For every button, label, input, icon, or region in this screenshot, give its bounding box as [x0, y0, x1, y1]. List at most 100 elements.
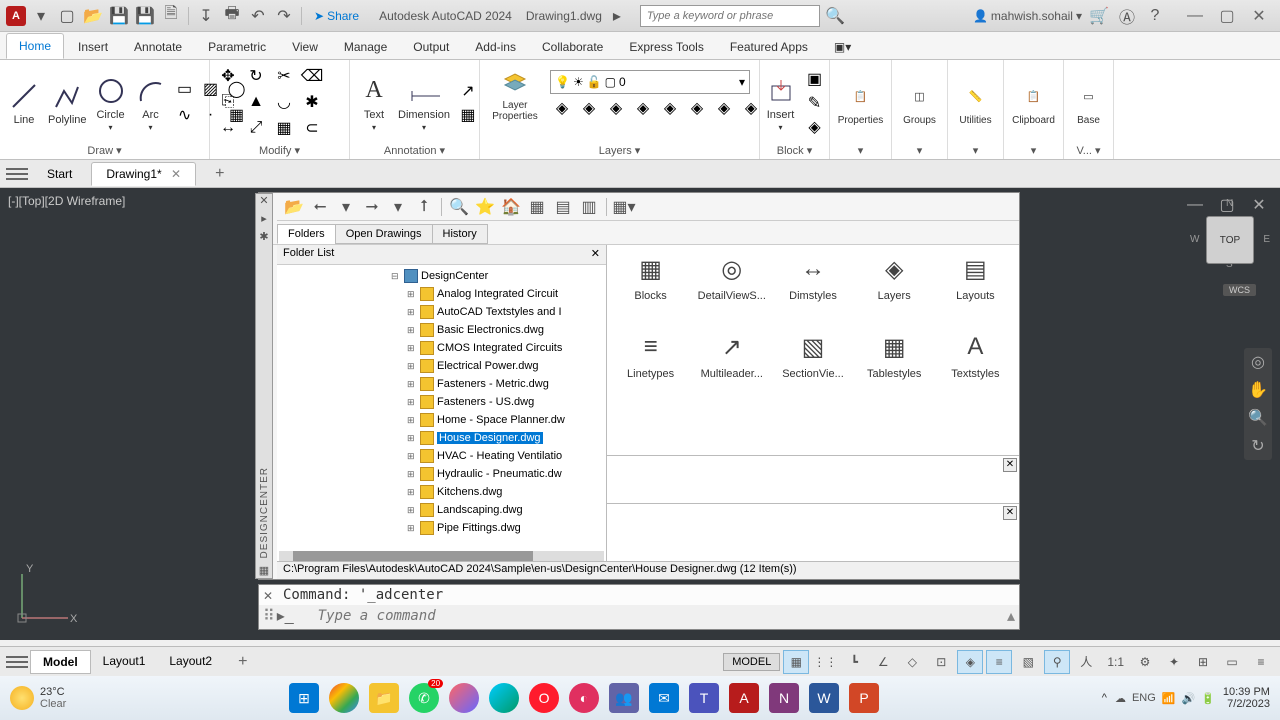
lineweight-icon[interactable]: ≡ — [986, 650, 1012, 674]
search-icon[interactable]: 🔍 — [824, 5, 846, 27]
explorer-icon[interactable]: 📁 — [369, 683, 399, 713]
leader-icon[interactable]: ↗ — [456, 80, 480, 102]
new-layout-button[interactable]: + — [226, 649, 259, 675]
annotation-scale-icon[interactable]: ⚲ — [1044, 650, 1070, 674]
pan-icon[interactable]: ✋ — [1248, 380, 1268, 400]
drawing-tab[interactable]: Drawing1* ✕ — [91, 162, 196, 186]
stretch-icon[interactable]: ↔ — [216, 117, 240, 139]
tree-toggle-icon[interactable]: ▦ — [526, 196, 548, 218]
mirror-icon[interactable]: ▲ — [244, 91, 268, 113]
clipboard-tool[interactable]: 📋Clipboard — [1012, 79, 1056, 128]
app-icon[interactable]: ◐ — [569, 683, 599, 713]
array-icon[interactable]: ▦ — [272, 117, 296, 139]
views-icon[interactable]: ▦▾ — [613, 196, 635, 218]
utilities-tool[interactable]: 📏Utilities — [954, 79, 997, 128]
ribbon-tab-output[interactable]: Output — [401, 35, 461, 59]
battery-icon[interactable]: 🔋 — [1201, 692, 1215, 705]
category-textstyles[interactable]: ATextstyles — [936, 329, 1015, 405]
forward-dd-icon[interactable]: ▾ — [387, 196, 409, 218]
circle-tool[interactable]: Circle▾ — [93, 73, 129, 134]
spline-icon[interactable]: ∿ — [173, 104, 197, 126]
cmd-expand-icon[interactable]: ▴ — [1007, 606, 1015, 626]
ribbon-tab-featured-apps[interactable]: Featured Apps — [718, 35, 820, 59]
description-icon[interactable]: ▥ — [578, 196, 600, 218]
maximize-button[interactable]: ▢ — [1212, 5, 1242, 27]
layer-tool-icon[interactable]: ◈ — [712, 97, 736, 119]
autodesk-icon[interactable]: Ⓐ — [1116, 5, 1138, 27]
groups-tool[interactable]: ◫Groups — [898, 79, 941, 128]
customize-icon[interactable]: ≡ — [1248, 650, 1274, 674]
whatsapp-icon[interactable]: ✆20 — [409, 683, 439, 713]
layout-tab-model[interactable]: Model — [30, 650, 91, 674]
gear-icon[interactable]: ⚙ — [1132, 650, 1158, 674]
polyline-tool[interactable]: Polyline — [46, 78, 89, 128]
dc-tab-open-drawings[interactable]: Open Drawings — [335, 224, 433, 244]
category-sectionvie[interactable]: ▧SectionVie... — [773, 329, 852, 405]
text-tool[interactable]: AText▾ — [356, 73, 392, 134]
grid-icon[interactable]: ▦ — [783, 650, 809, 674]
palette-pin-icon[interactable]: ▸ — [257, 212, 271, 226]
wifi-icon[interactable]: 📶 — [1162, 692, 1176, 705]
line-tool[interactable]: Line — [6, 78, 42, 128]
dc-tab-folders[interactable]: Folders — [277, 224, 336, 244]
saveas-icon[interactable]: 💾 — [134, 5, 156, 27]
app-store-icon[interactable]: 🛒 — [1088, 5, 1110, 27]
block-edit-icon[interactable]: ✎ — [803, 92, 827, 114]
isodraft-icon[interactable]: ◇ — [899, 650, 925, 674]
back-dd-icon[interactable]: ▾ — [335, 196, 357, 218]
cmd-handle-icon[interactable]: ⠿ — [263, 606, 275, 626]
chevron-down-icon[interactable]: ▾ — [917, 144, 923, 157]
redo-icon[interactable]: ↷ — [273, 5, 295, 27]
base-tool[interactable]: ▭Base — [1070, 79, 1107, 128]
preview-icon[interactable]: ▤ — [552, 196, 574, 218]
tree-item[interactable]: ⊞AutoCAD Textstyles and I — [277, 303, 606, 321]
model-space-badge[interactable]: MODEL — [723, 653, 780, 671]
minimize-button[interactable]: — — [1180, 5, 1210, 27]
tree-item[interactable]: ⊞HVAC - Heating Ventilatio — [277, 447, 606, 465]
close-icon[interactable]: ✕ — [171, 167, 181, 181]
tree-item[interactable]: ⊞Kitchens.dwg — [277, 483, 606, 501]
tree-folder-root[interactable]: ⊟DesignCenter — [277, 267, 606, 285]
viewport-label[interactable]: [-][Top][2D Wireframe] — [8, 194, 125, 208]
layout-tab-layout1[interactable]: Layout1 — [91, 650, 158, 674]
opera-icon[interactable]: O — [529, 683, 559, 713]
polar-icon[interactable]: ∠ — [870, 650, 896, 674]
move-icon[interactable]: ✥ — [216, 65, 240, 87]
ribbon-tab-add-ins[interactable]: Add-ins — [463, 35, 528, 59]
app-logo-icon[interactable]: A — [6, 6, 26, 26]
nav-east[interactable]: E — [1263, 234, 1270, 245]
close-button[interactable]: ✕ — [1244, 5, 1274, 27]
open-icon[interactable]: 📂 — [82, 5, 104, 27]
explode-icon[interactable]: ✱ — [300, 91, 324, 113]
save-icon[interactable]: 💾 — [108, 5, 130, 27]
weather-widget[interactable]: 23°CClear — [10, 686, 66, 710]
annotation-icon[interactable]: 人 — [1073, 650, 1099, 674]
load-icon[interactable]: 📂 — [283, 196, 305, 218]
tree-item[interactable]: ⊞Landscaping.dwg — [277, 501, 606, 519]
category-tablestyles[interactable]: ▦Tablestyles — [855, 329, 934, 405]
print-icon[interactable]: 🖶 — [221, 5, 243, 27]
tray-expand-icon[interactable]: ^ — [1102, 692, 1107, 704]
ribbon-overflow-icon[interactable]: ▣▾ — [822, 35, 863, 59]
viewcube-top[interactable]: TOP — [1206, 216, 1254, 264]
ribbon-tab-collaborate[interactable]: Collaborate — [530, 35, 615, 59]
start-tab[interactable]: Start — [32, 162, 87, 186]
onenote-icon[interactable]: N — [769, 683, 799, 713]
chevron-down-icon[interactable]: ▾ — [440, 144, 446, 157]
layout-menu-icon[interactable] — [6, 656, 28, 668]
block-attr-icon[interactable]: ◈ — [803, 116, 827, 138]
block-create-icon[interactable]: ▣ — [803, 68, 827, 90]
offset-icon[interactable]: ⊂ — [300, 117, 324, 139]
search-icon[interactable]: 🔍 — [448, 196, 470, 218]
publish-icon[interactable]: ↧ — [195, 5, 217, 27]
palette-menu-icon[interactable]: ✱ — [257, 230, 271, 244]
forward-icon[interactable]: ⭢ — [361, 196, 383, 218]
layout-tab-layout2[interactable]: Layout2 — [157, 650, 224, 674]
share-button[interactable]: ➤ Share — [308, 9, 365, 23]
ribbon-tab-manage[interactable]: Manage — [332, 35, 399, 59]
chevron-down-icon[interactable]: ▾ — [807, 144, 813, 157]
tree-close-icon[interactable]: ✕ — [591, 247, 600, 262]
menu-dropdown-icon[interactable]: ▾ — [30, 5, 52, 27]
layer-tool-icon[interactable]: ◈ — [631, 97, 655, 119]
help-search-input[interactable] — [640, 5, 820, 27]
